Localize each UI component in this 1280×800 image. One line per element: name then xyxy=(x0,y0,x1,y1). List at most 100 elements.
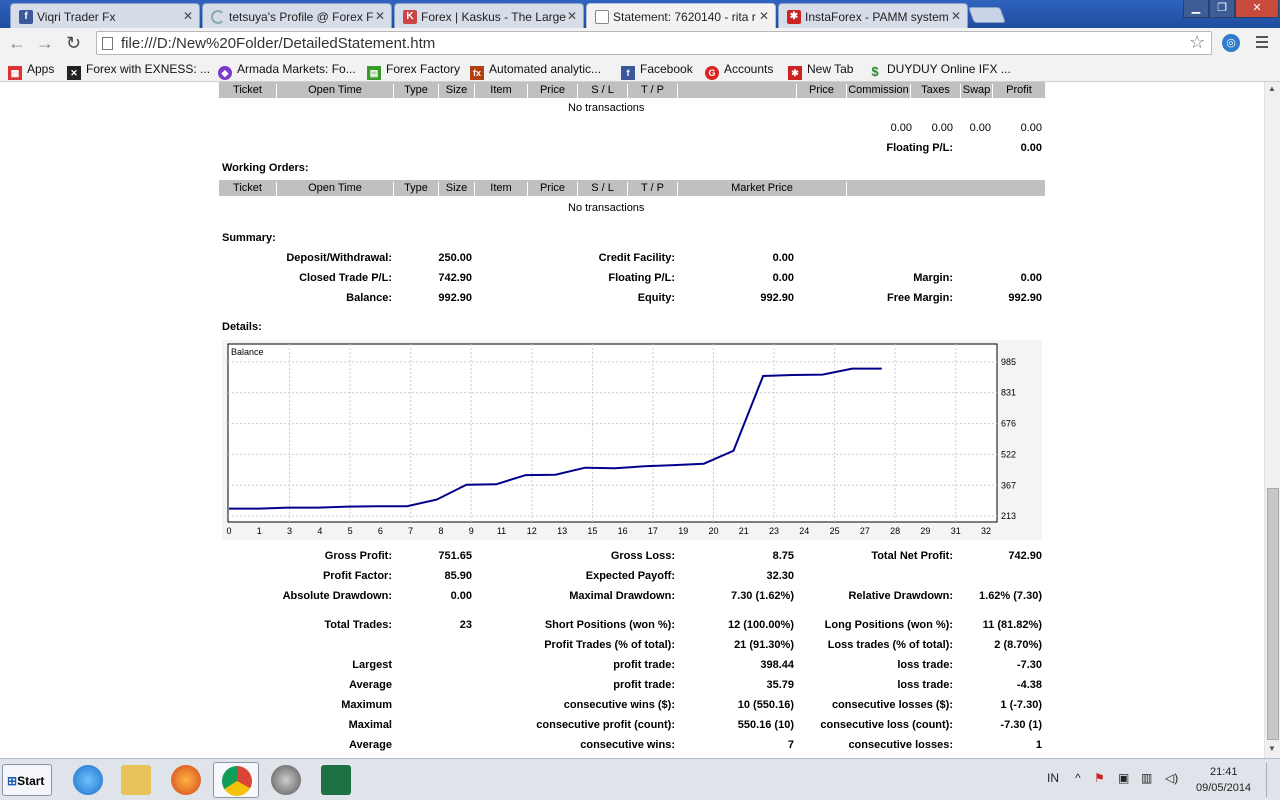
maximize-button[interactable]: ❐ xyxy=(1209,0,1235,18)
chart-x-tick-label: 13 xyxy=(557,526,567,536)
bookmark-facebook[interactable]: f Facebook xyxy=(621,62,693,80)
largest-profit-value: 398.44 xyxy=(760,659,794,671)
free-margin-label: Free Margin: xyxy=(886,292,953,304)
scroll-down-arrow-icon[interactable]: ▼ xyxy=(1268,744,1276,753)
gross-profit-label: Gross Profit: xyxy=(324,550,392,562)
max-cons-wins-value: 10 (550.16) xyxy=(737,699,794,711)
close-icon[interactable]: ✕ xyxy=(951,9,961,23)
taskbar-internet-explorer[interactable] xyxy=(65,762,111,798)
short-positions-value: 12 (100.00%) xyxy=(727,619,794,631)
reload-icon[interactable]: ↻ xyxy=(66,33,81,54)
close-icon[interactable]: ✕ xyxy=(183,9,193,23)
chart-y-tick-label: 522 xyxy=(1001,449,1016,459)
margin-value: 0.00 xyxy=(1020,272,1042,284)
taskbar-chrome[interactable] xyxy=(213,762,259,798)
tab-tetsuya[interactable]: tetsuya's Profile @ Forex F ✕ xyxy=(202,3,392,28)
close-icon[interactable]: ✕ xyxy=(759,9,769,23)
col-close-price: Price xyxy=(797,84,847,98)
long-positions-label: Long Positions (won %): xyxy=(824,619,953,631)
taskbar-firefox[interactable] xyxy=(163,762,209,798)
action-center-icon[interactable]: ⚑ xyxy=(1094,771,1105,785)
avg-profit-label: profit trade: xyxy=(613,679,675,691)
excel-icon xyxy=(321,765,351,795)
balance-chart-svg: 9858316765223672130 1 3 4 5 6 7 8 9 11 12 13 15 16 17 1… xyxy=(226,343,1016,536)
col-swap: Swap xyxy=(961,84,993,98)
back-arrow-icon[interactable]: ← xyxy=(8,33,26,54)
chart-x-tick-label: 1 xyxy=(257,526,262,536)
close-icon[interactable]: ✕ xyxy=(567,9,577,23)
chart-y-tick-label: 985 xyxy=(1001,357,1016,367)
show-desktop-button[interactable] xyxy=(1266,763,1278,797)
bookmark-duyduy[interactable]: $ DUYDUY Online IFX ... xyxy=(868,62,1010,79)
taskbar-mt4[interactable] xyxy=(263,762,309,798)
total-profit: 0.00 xyxy=(1020,122,1042,134)
accounts-icon: G xyxy=(705,66,719,80)
extension-icon[interactable]: ◎ xyxy=(1222,34,1240,52)
windows-taskbar: ⊞Start IN ^ ⚑ ▣ ▥ ◁) 21:41 09/05/2014 xyxy=(0,758,1280,800)
tab-viqri[interactable]: f Viqri Trader Fx ✕ xyxy=(10,3,200,28)
clock-date[interactable]: 09/05/2014 xyxy=(1196,782,1251,794)
menu-icon[interactable] xyxy=(1256,36,1268,51)
tab-kaskus[interactable]: K Forex | Kaskus - The Large ✕ xyxy=(394,3,584,28)
volume-icon[interactable]: ◁) xyxy=(1165,771,1178,785)
show-hidden-icons-icon[interactable]: ^ xyxy=(1075,771,1081,785)
bookmark-forexfactory[interactable]: ▤ Forex Factory xyxy=(367,62,460,80)
margin-label: Margin: xyxy=(913,272,953,284)
tab-statement[interactable]: Statement: 7620140 - rita r ✕ xyxy=(586,3,776,28)
scrollbar-thumb[interactable] xyxy=(1267,488,1279,740)
profit-factor-value: 85.90 xyxy=(444,570,472,582)
bookmark-exness[interactable]: ✕ Forex with EXNESS: ... xyxy=(67,62,210,80)
largest-label: Largest xyxy=(352,659,392,671)
col-blank xyxy=(678,84,797,98)
profit-trades-value: 21 (91.30%) xyxy=(734,639,794,651)
chart-x-tick-label: 8 xyxy=(438,526,443,536)
taskbar-excel[interactable] xyxy=(313,762,359,798)
scroll-up-arrow-icon[interactable]: ▲ xyxy=(1268,84,1276,93)
language-indicator[interactable]: IN xyxy=(1047,771,1059,785)
chart-x-tick-label: 17 xyxy=(648,526,658,536)
col-item: Item xyxy=(475,84,528,98)
internet-explorer-icon xyxy=(73,765,103,795)
address-bar[interactable]: file:///D:/New%20Folder/DetailedStatemen… xyxy=(96,31,1212,55)
total-net-label: Total Net Profit: xyxy=(871,550,953,562)
start-button[interactable]: ⊞Start xyxy=(2,764,52,796)
chart-x-tick-label: 27 xyxy=(860,526,870,536)
tab-instaforex[interactable]: ✱ InstaForex - PAMM system ✕ xyxy=(778,3,968,28)
col-type: Type xyxy=(394,84,439,98)
max-drawdown-value: 7.30 (1.62%) xyxy=(731,590,794,602)
rel-drawdown-label: Relative Drawdown: xyxy=(848,590,953,602)
closed-pl-label: Closed Trade P/L: xyxy=(299,272,392,284)
minimize-button[interactable]: ▁ xyxy=(1183,0,1209,18)
bookmark-armada[interactable]: ◆ Armada Markets: Fo... xyxy=(218,62,356,80)
bookmark-automated[interactable]: fx Automated analytic... xyxy=(470,62,601,80)
device-icon[interactable]: ▣ xyxy=(1118,771,1129,785)
folder-icon xyxy=(121,765,151,795)
chart-x-tick-label: 29 xyxy=(920,526,930,536)
page-icon xyxy=(102,37,113,50)
close-window-button[interactable]: ✕ xyxy=(1235,0,1279,18)
tab-title: Statement: 7620140 - rita r xyxy=(613,10,756,24)
bookmark-apps[interactable]: ▦ Apps xyxy=(8,62,54,80)
network-icon[interactable]: ▥ xyxy=(1141,771,1152,785)
bookmark-newtab[interactable]: ✱ New Tab xyxy=(788,62,853,80)
chart-x-tick-label: 32 xyxy=(981,526,991,536)
close-icon[interactable]: ✕ xyxy=(375,9,385,23)
avg-cons-losses-label: consecutive losses: xyxy=(848,739,953,751)
loading-icon xyxy=(211,10,225,24)
taskbar-file-explorer[interactable] xyxy=(113,762,159,798)
new-tab-button[interactable] xyxy=(968,7,1006,23)
col-size: Size xyxy=(439,182,475,196)
tab-title: Forex | Kaskus - The Large xyxy=(421,10,566,24)
clock-time[interactable]: 21:41 xyxy=(1210,766,1238,778)
forward-arrow-icon[interactable]: → xyxy=(36,33,54,54)
col-price: Price xyxy=(528,84,578,98)
kaskus-icon: K xyxy=(403,10,417,24)
chart-x-tick-label: 25 xyxy=(830,526,840,536)
bookmark-accounts[interactable]: G Accounts xyxy=(705,62,773,80)
vertical-scrollbar[interactable]: ▲ ▼ xyxy=(1264,82,1280,758)
instaforex-icon: ✱ xyxy=(787,10,801,24)
col-size: Size xyxy=(439,84,475,98)
windows-logo-icon: ⊞ xyxy=(7,774,18,788)
bookmark-star-icon[interactable]: ☆ xyxy=(1189,32,1205,53)
page-icon xyxy=(595,10,609,24)
